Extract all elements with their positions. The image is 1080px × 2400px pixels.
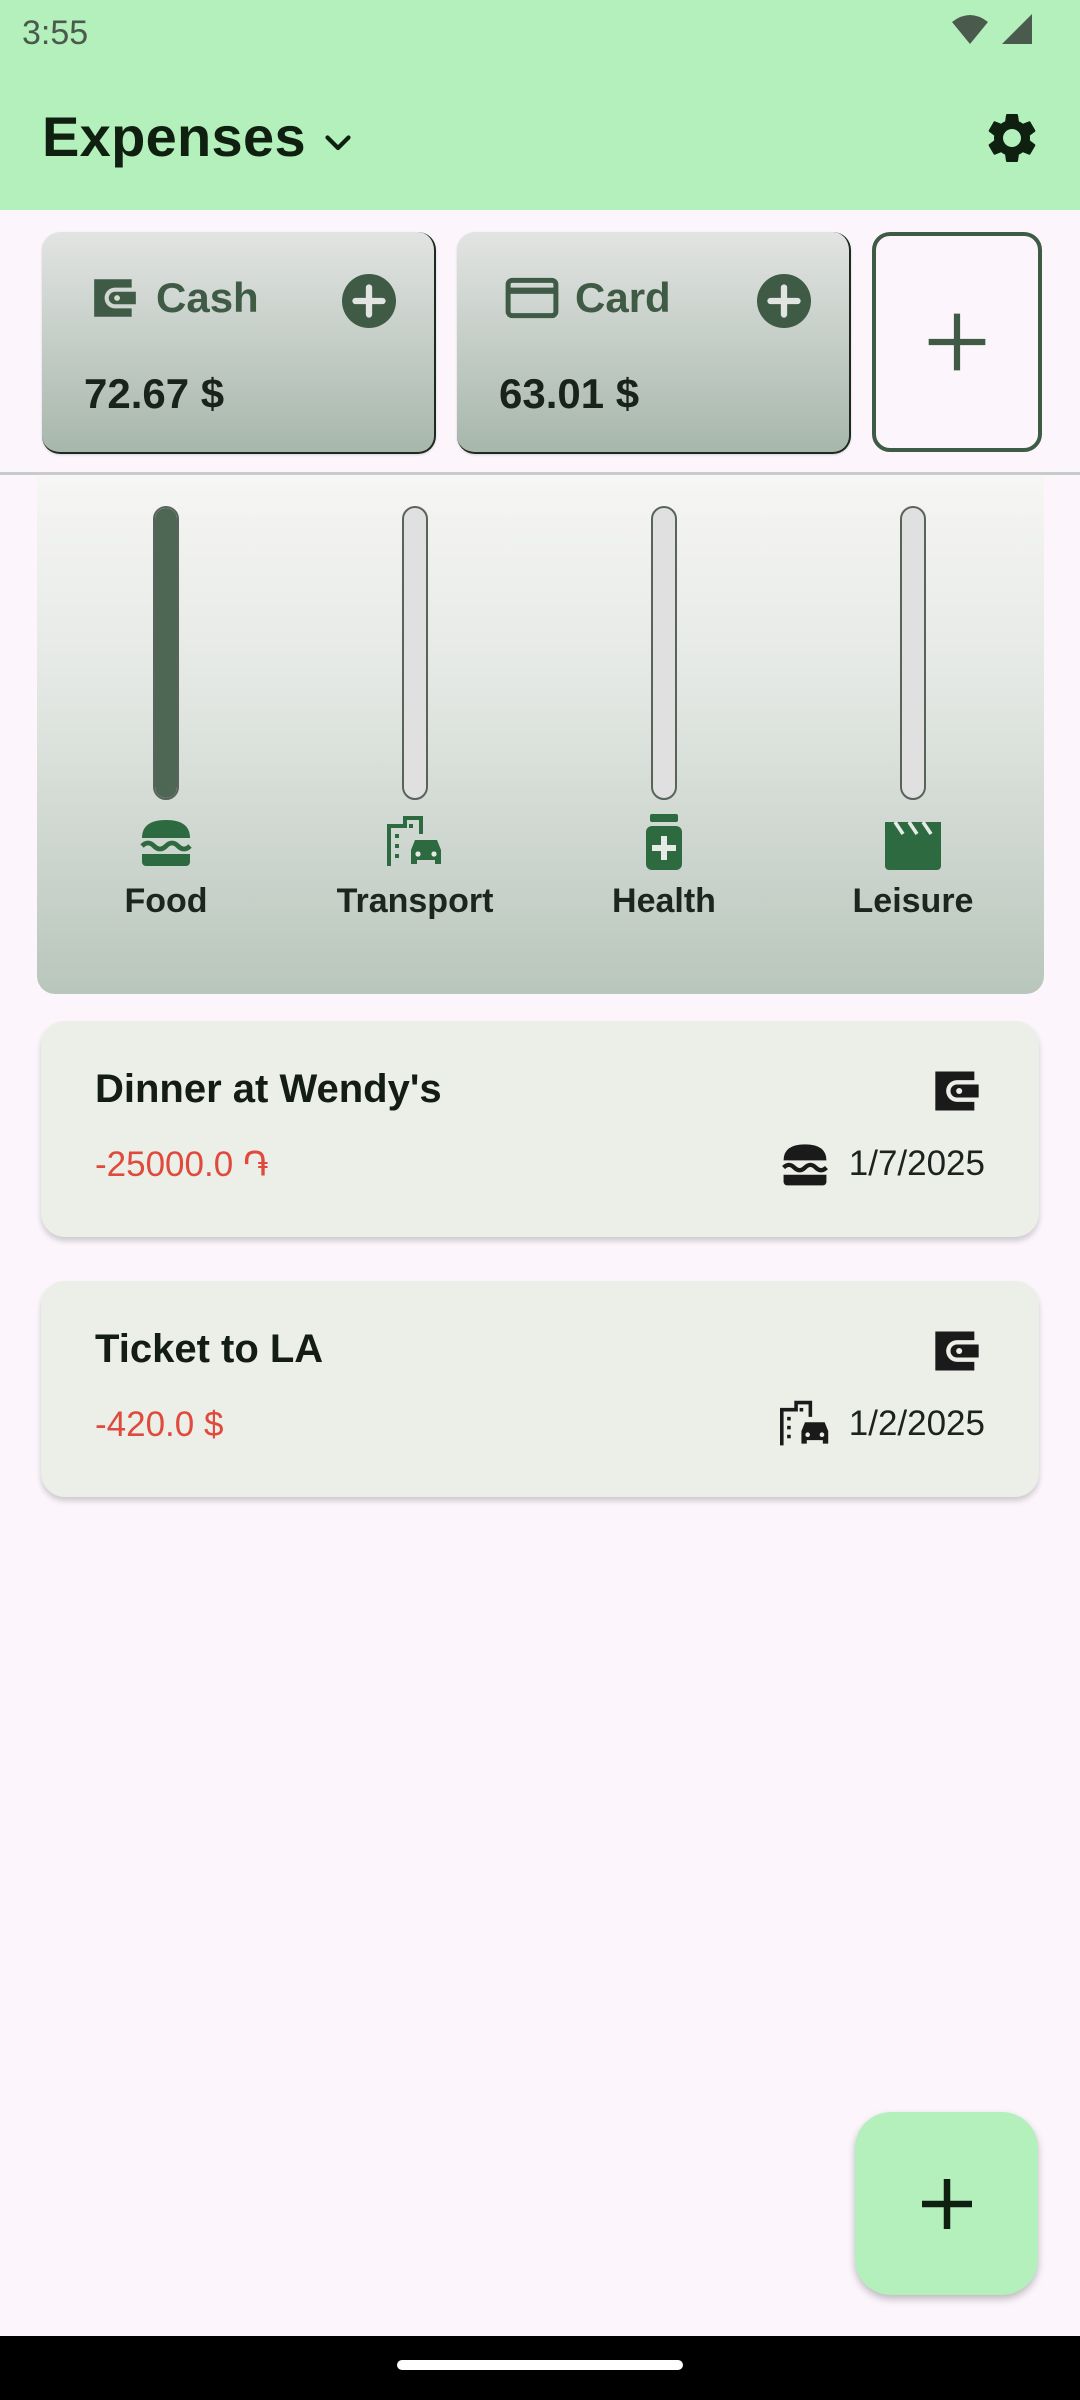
expense-card[interactable]: Dinner at Wendy's -25000.0 ֏ 1/7/2025 [41,1021,1039,1237]
wifi-icon [952,15,988,44]
add-expense-fab[interactable] [855,2112,1038,2295]
category-label: Leisure [852,882,974,920]
expense-amount: -25000.0 ֏ [95,1145,269,1184]
expense-card[interactable]: Ticket to LA -420.0 $ 1/2/2025 [41,1281,1039,1497]
expense-meta: 1/2/2025 [777,1399,985,1449]
clapperboard-icon [885,821,941,870]
category-level-bar [651,506,677,800]
wallet-icon [935,1071,979,1111]
account-header: Cash [90,274,259,322]
medication-icon [646,814,682,870]
status-time: 3:55 [22,14,89,52]
category-label: Food [124,882,208,920]
signal-icon [1002,14,1032,44]
expense-date: 1/7/2025 [848,1144,985,1183]
top-app-bar: 3:55 Expenses [0,0,1080,210]
account-card-cash[interactable]: Cash 72.67 $ [42,232,436,454]
add-circle-icon[interactable] [342,274,396,328]
category-leisure[interactable]: Leisure [793,476,1033,994]
expense-date: 1/2/2025 [848,1404,985,1443]
expense-title: Ticket to LA [95,1327,324,1371]
category-label: Health [612,882,716,920]
gesture-handle[interactable] [397,2360,683,2370]
burger-icon [781,1144,828,1186]
category-food[interactable]: Food [46,476,286,994]
expense-title: Dinner at Wendy's [95,1067,442,1111]
accounts-row: Cash 72.67 $ Card 63.01 $ [0,210,1080,472]
city-car-icon [779,1400,828,1446]
categories-panel: Food Transport Health Leisure [37,476,1044,994]
burger-icon [140,820,192,866]
account-header: Card [505,274,671,322]
chevron-down-icon [325,134,351,150]
settings-gear-icon[interactable] [982,108,1042,168]
wallet-icon [94,279,136,317]
status-icons [950,12,1034,46]
account-name: Card [575,274,671,321]
add-account-button[interactable] [872,232,1042,452]
account-balance: 72.67 $ [84,370,225,417]
account-balance: 63.01 $ [499,370,640,417]
expense-meta: 1/7/2025 [777,1139,985,1189]
credit-card-icon [505,277,559,319]
category-transport[interactable]: Transport [295,476,535,994]
city-car-icon [387,816,441,866]
system-nav-bar [0,2336,1080,2400]
plus-icon [928,313,986,371]
page-title: Expenses [42,105,306,168]
wallet-icon [935,1331,979,1371]
add-circle-icon[interactable] [757,274,811,328]
expense-amount: -420.0 $ [95,1405,224,1444]
account-card-card[interactable]: Card 63.01 $ [457,232,851,454]
category-level-fill [155,508,177,798]
category-level-bar [900,506,926,800]
screen: 3:55 Expenses Cash 72.67 $ Card 63.01 $ … [0,0,1080,2400]
category-health[interactable]: Health [544,476,784,994]
account-name: Cash [156,274,259,321]
category-level-bar [153,506,179,800]
category-label: Transport [336,882,494,920]
divider [0,472,1080,475]
expenses-dropdown[interactable]: Expenses [42,104,356,169]
plus-icon [921,2178,972,2229]
category-level-bar [402,506,428,800]
